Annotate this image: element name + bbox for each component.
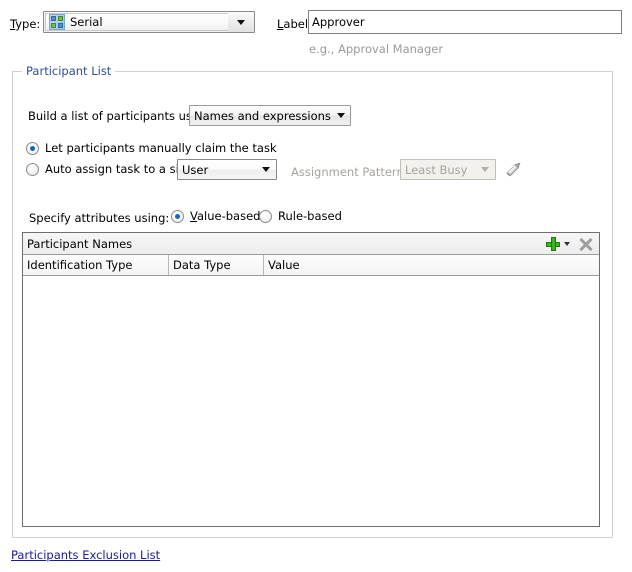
green-plus-icon[interactable] [546, 236, 560, 251]
participants-exclusion-list-link[interactable]: Participants Exclusion List [11, 548, 160, 562]
assignment-pattern-label: Assignment Pattern : [291, 165, 412, 179]
label-field-label: Label: [277, 17, 312, 31]
chevron-down-icon [336, 113, 345, 118]
chevron-down-icon [262, 167, 270, 172]
delete-x-icon[interactable] [579, 237, 593, 251]
assignment-pattern-combobox: Least Busy [400, 159, 496, 180]
auto-assign-target-combobox[interactable]: User [177, 159, 277, 180]
type-label-rest: ype: [15, 17, 41, 31]
chevron-down-icon[interactable] [564, 241, 570, 246]
column-header-identification-type[interactable]: Identification Type [23, 255, 169, 275]
label-input[interactable] [308, 10, 622, 34]
radio-rule-based[interactable]: Rule-based [259, 209, 342, 223]
radio-value-based-button[interactable] [171, 209, 184, 223]
build-list-combobox[interactable]: Names and expressions [189, 105, 351, 126]
participant-list-legend: Participant List [22, 64, 116, 78]
chevron-down-icon [237, 19, 245, 25]
type-combobox-arrow-button[interactable] [228, 12, 254, 32]
participant-names-table-body[interactable] [23, 276, 599, 525]
radio-auto-assign-button[interactable] [26, 162, 39, 176]
auto-assign-target-value: User [182, 162, 209, 177]
build-list-label: Build a list of participants using: [28, 109, 214, 123]
chevron-down-icon [481, 167, 489, 172]
radio-value-based-label: Value-based [190, 209, 260, 223]
participant-names-toolbar: Participant Names [23, 233, 599, 255]
type-combobox-field[interactable]: Serial [45, 13, 228, 31]
radio-manual-claim[interactable]: Let participants manually claim the task [26, 141, 277, 155]
assignment-pattern-value: Least Busy [405, 162, 468, 177]
value-based-rest: alue-based [196, 209, 261, 223]
radio-value-based[interactable]: Value-based [171, 209, 260, 223]
participant-names-table-header: Identification Type Data Type Value [23, 255, 599, 276]
type-combobox[interactable]: Serial [43, 11, 255, 33]
radio-manual-claim-button[interactable] [26, 141, 39, 155]
participant-names-table: Participant Names Identification Type Da… [22, 232, 600, 527]
label-hint-text: e.g., Approval Manager [309, 42, 444, 56]
serial-participants-icon [49, 14, 65, 30]
type-field-label: Type: [10, 17, 40, 31]
radio-rule-based-button[interactable] [259, 209, 272, 223]
column-header-value[interactable]: Value [264, 255, 599, 275]
radio-rule-based-label: Rule-based [278, 209, 342, 223]
build-list-selected-value: Names and expressions [194, 108, 331, 123]
participant-names-title: Participant Names [27, 236, 133, 251]
value-based-mnemonic: V [190, 209, 197, 223]
type-selected-value: Serial [70, 15, 103, 29]
radio-manual-claim-label: Let participants manually claim the task [45, 141, 277, 155]
edit-assignment-pattern-button[interactable] [503, 158, 525, 180]
column-header-data-type[interactable]: Data Type [169, 255, 264, 275]
pencil-icon [506, 162, 521, 177]
specify-attributes-label: Specify attributes using: [29, 211, 170, 225]
